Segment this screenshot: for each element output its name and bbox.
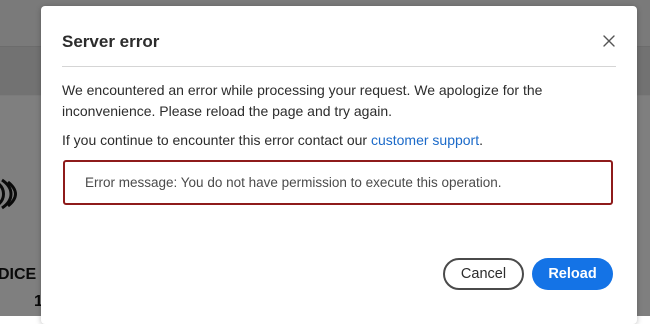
title-divider <box>62 66 616 67</box>
dialog-title: Server error <box>62 32 160 51</box>
cancel-button[interactable]: Cancel <box>443 258 524 290</box>
support-instructions: If you continue to encounter this error … <box>62 130 602 151</box>
background-logo-icon <box>0 178 17 210</box>
error-description: We encountered an error while processing… <box>62 82 543 119</box>
error-message-text: Error message: You do not have permissio… <box>85 175 502 190</box>
close-icon[interactable] <box>601 33 617 49</box>
customer-support-link[interactable]: customer support <box>371 132 479 148</box>
error-message-box: Error message: You do not have permissio… <box>63 160 613 205</box>
reload-button[interactable]: Reload <box>532 258 613 290</box>
support-instructions-suffix: . <box>479 132 484 148</box>
background-heading-fragment: DICE <box>0 266 37 283</box>
server-error-dialog: Server error We encountered an error whi… <box>41 6 637 324</box>
support-instructions-prefix: If you continue to encounter this error … <box>62 132 371 148</box>
